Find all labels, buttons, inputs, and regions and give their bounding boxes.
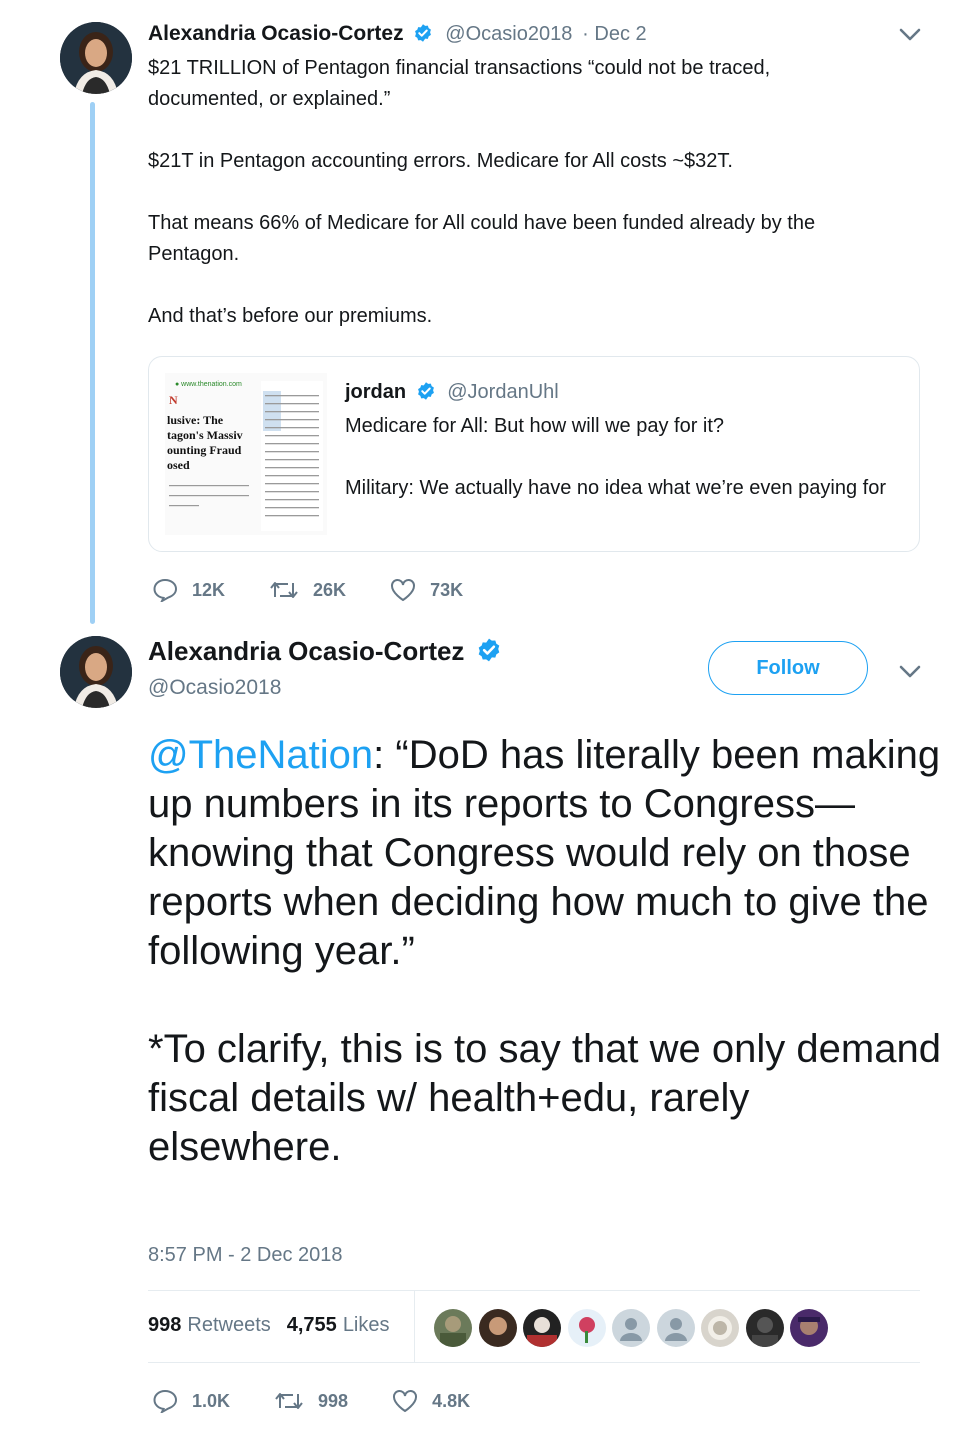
tweet-paragraph: And that’s before our premiums. (148, 305, 433, 327)
quoted-paragraph: Medicare for All: But how will we pay fo… (345, 415, 725, 437)
retweet-icon (275, 1393, 303, 1409)
author-handle[interactable]: @Ocasio2018 (148, 676, 281, 700)
quoted-tweet-text: Medicare for All: But how will we pay fo… (345, 411, 905, 535)
tweet-paragraph: That means 66% of Medicare for All could… (148, 212, 816, 265)
thread-line (90, 102, 95, 624)
tweet-paragraph: @TheNation: “DoD has literally been maki… (148, 731, 948, 976)
verified-badge-icon (476, 637, 502, 670)
avatar[interactable] (434, 1309, 472, 1347)
like-count: 4.8K (432, 1390, 471, 1411)
divider (148, 1362, 920, 1363)
heart-icon (393, 1390, 418, 1413)
follow-button[interactable]: Follow (708, 641, 868, 695)
author-name[interactable]: Alexandria Ocasio-Cortez (148, 636, 464, 666)
likes-label[interactable]: Likes (343, 1314, 390, 1336)
reply-icon (153, 1389, 178, 1413)
tweet-actions: 1.0K 998 4.8K (152, 1389, 514, 1413)
tweet-text: @TheNation: “DoD has literally been maki… (148, 731, 948, 1221)
avatar[interactable] (656, 1309, 695, 1347)
tweet-author-header: Alexandria Ocasio-Cortez @Ocasio2018 · D… (148, 22, 647, 49)
avatar[interactable] (523, 1309, 561, 1347)
quoted-paragraph: Military: We actually have no idea what … (345, 477, 887, 499)
thumbnail-headline-line: tagon's Massiv (167, 428, 243, 442)
tweet-paragraph: *To clarify, this is to say that we only… (148, 1027, 941, 1169)
avatar[interactable] (701, 1309, 739, 1347)
avatar[interactable] (60, 22, 132, 94)
thumbnail-logo: N (169, 393, 178, 407)
retweets-label[interactable]: Retweets (187, 1314, 270, 1336)
author-name[interactable]: Alexandria Ocasio-Cortez (148, 22, 404, 45)
avatar[interactable] (790, 1309, 828, 1347)
tweet-stats: 998 Retweets 4,755 Likes (148, 1314, 406, 1337)
author-handle[interactable]: @Ocasio2018 (445, 23, 572, 45)
divider (414, 1290, 415, 1362)
tweet-author-header: Alexandria Ocasio-Cortez (148, 636, 502, 670)
quoted-tweet-header: jordan @JordanUhl (345, 381, 559, 407)
retweet-button[interactable]: 26K (269, 579, 346, 601)
retweet-count: 26K (313, 579, 347, 600)
reply-icon (153, 578, 178, 602)
tweet-paragraph: $21 TRILLION of Pentagon financial trans… (148, 57, 771, 110)
avatar[interactable] (478, 1309, 517, 1347)
likes-count[interactable]: 4,755 (287, 1314, 337, 1336)
thumbnail-site: ● www.thenation.com (175, 381, 242, 388)
reply-count: 1.0K (192, 1390, 231, 1411)
tweet-text: $21 TRILLION of Pentagon financial trans… (148, 53, 888, 363)
tweet-actions: 12K 26K 73K (152, 578, 507, 602)
reply-button[interactable]: 12K (152, 578, 225, 602)
divider (148, 1290, 920, 1291)
thumbnail-headline-line: lusive: The (167, 413, 224, 427)
tweet-date[interactable]: · Dec 2 (582, 23, 646, 45)
retweet-icon (270, 582, 298, 598)
quoted-author-name: jordan (345, 381, 407, 403)
verified-badge-icon (416, 381, 436, 407)
chevron-down-icon[interactable] (899, 665, 921, 684)
thumbnail-headline: lusive: The tagon's Massiv ounting Fraud… (167, 413, 243, 473)
tweet-timestamp[interactable]: 8:57 PM - 2 Dec 2018 (148, 1244, 343, 1267)
liker-avatars (434, 1309, 835, 1347)
thumbnail-headline-line: ounting Fraud (167, 443, 242, 457)
retweets-count[interactable]: 998 (148, 1314, 181, 1336)
like-button[interactable]: 73K (390, 578, 463, 602)
thumbnail-headline-line: osed (167, 458, 190, 472)
tweet-paragraph: $21T in Pentagon accounting errors. Medi… (148, 150, 733, 172)
avatar[interactable] (567, 1309, 606, 1347)
avatar[interactable] (745, 1309, 784, 1347)
mention-link[interactable]: @TheNation (148, 733, 373, 777)
heart-icon (391, 579, 416, 602)
chevron-down-icon[interactable] (899, 28, 921, 47)
quoted-tweet[interactable]: ● www.thenation.com N lusive: The tagon'… (148, 356, 920, 552)
avatar[interactable] (612, 1309, 650, 1347)
reply-count: 12K (192, 579, 226, 600)
avatar[interactable] (60, 636, 132, 708)
retweet-button[interactable]: 998 (274, 1390, 348, 1412)
reply-button[interactable]: 1.0K (152, 1389, 230, 1413)
retweet-count: 998 (318, 1390, 349, 1411)
quoted-author-handle: @JordanUhl (447, 381, 559, 403)
like-button[interactable]: 4.8K (392, 1389, 470, 1413)
quoted-tweet-thumbnail: ● www.thenation.com N lusive: The tagon'… (165, 373, 327, 535)
like-count: 73K (430, 579, 464, 600)
verified-badge-icon (413, 23, 433, 49)
